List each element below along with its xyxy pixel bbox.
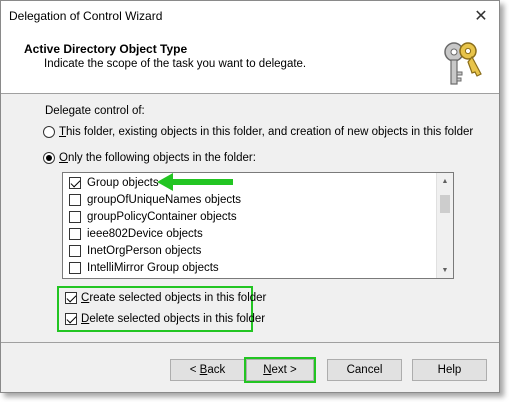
mnemonic-t: T [59, 126, 67, 138]
list-item-ieee802device[interactable]: ieee802Device objects [69, 225, 203, 242]
page-title: Active Directory Object Type [24, 42, 188, 56]
list-item-grouppolicycontainer[interactable]: groupPolicyContainer objects [69, 208, 237, 225]
list-item-label: ieee802Device objects [87, 227, 203, 240]
radio-this-folder-text: his folder, existing objects in this fol… [66, 126, 474, 138]
cancel-button[interactable]: Cancel [327, 359, 402, 381]
list-item-groupofuniquenames[interactable]: groupOfUniqueNames objects [69, 191, 241, 208]
list-scrollbar[interactable]: ▲ ▼ [436, 173, 453, 278]
mnemonic-o: O [59, 152, 68, 164]
list-item-intellimirror-group[interactable]: IntelliMirror Group objects [69, 259, 219, 276]
next-text: ext > [271, 364, 297, 376]
checkbox-create-objects[interactable] [65, 292, 77, 304]
checkbox-inetorgperson[interactable] [69, 244, 81, 257]
delegate-label: Delegate control of: [45, 105, 145, 117]
wizard-header: Active Directory Object Type Indicate th… [1, 31, 499, 94]
back-prefix: < [189, 364, 200, 376]
back-text: ack [207, 364, 226, 376]
radio-this-folder-label: This folder, existing objects in this fo… [59, 126, 473, 138]
scroll-up-icon[interactable]: ▲ [437, 173, 453, 189]
radio-this-folder[interactable]: This folder, existing objects in this fo… [43, 126, 473, 138]
list-item-label: groupPolicyContainer objects [87, 210, 237, 223]
scroll-down-icon[interactable]: ▼ [437, 262, 453, 278]
scrollbar-thumb[interactable] [440, 195, 450, 213]
checkbox-delete-objects[interactable] [65, 313, 77, 325]
annotation-arrow-icon [157, 173, 233, 191]
radio-this-folder-button[interactable] [43, 126, 55, 138]
list-item-label: Group objects [87, 176, 159, 189]
list-item-group-objects[interactable]: Group objects [69, 174, 159, 191]
create-objects-text: reate selected objects in this folder [89, 292, 267, 304]
footer-divider [1, 342, 499, 343]
radio-only-following-text: nly the following objects in the folder: [67, 152, 256, 164]
checkbox-grouppolicycontainer[interactable] [69, 210, 81, 223]
list-item-inetorgperson[interactable]: InetOrgPerson objects [69, 242, 201, 259]
radio-only-following[interactable]: Only the following objects in the folder… [43, 152, 256, 164]
next-button[interactable]: Next > [246, 359, 314, 381]
create-objects-label: Create selected objects in this folder [81, 292, 266, 304]
list-item-label: groupOfUniqueNames objects [87, 193, 242, 206]
radio-only-following-button[interactable] [43, 152, 55, 164]
delete-objects-label: Delete selected objects in this folder [81, 313, 265, 325]
checkbox-intellimirror-group[interactable] [69, 261, 81, 274]
create-objects-option[interactable]: Create selected objects in this folder [65, 292, 266, 304]
back-button[interactable]: < Back [170, 359, 245, 381]
help-button[interactable]: Help [412, 359, 487, 381]
delete-objects-option[interactable]: Delete selected objects in this folder [65, 313, 265, 325]
checkbox-group-objects[interactable] [69, 176, 81, 189]
list-item-label: InetOrgPerson objects [87, 244, 202, 257]
mnemonic-b: B [199, 364, 208, 376]
object-type-list[interactable]: Group objects groupOfUniqueNames objects… [62, 172, 454, 279]
checkbox-groupofuniquenames[interactable] [69, 193, 81, 206]
mnemonic-n: N [263, 364, 272, 376]
list-item-label: IntelliMirror Group objects [87, 261, 219, 274]
page-subtitle: Indicate the scope of the task you want … [44, 58, 307, 70]
keys-icon [444, 42, 482, 85]
wizard-window: Delegation of Control Wizard ✕ Active Di… [0, 0, 500, 393]
title-bar: Delegation of Control Wizard ✕ [1, 1, 499, 31]
delete-objects-text: elete selected objects in this folder [89, 313, 266, 325]
window-title: Delegation of Control Wizard [9, 9, 163, 23]
close-icon[interactable]: ✕ [469, 5, 493, 27]
checkbox-ieee802device[interactable] [69, 227, 81, 240]
radio-only-following-label: Only the following objects in the folder… [59, 152, 256, 164]
